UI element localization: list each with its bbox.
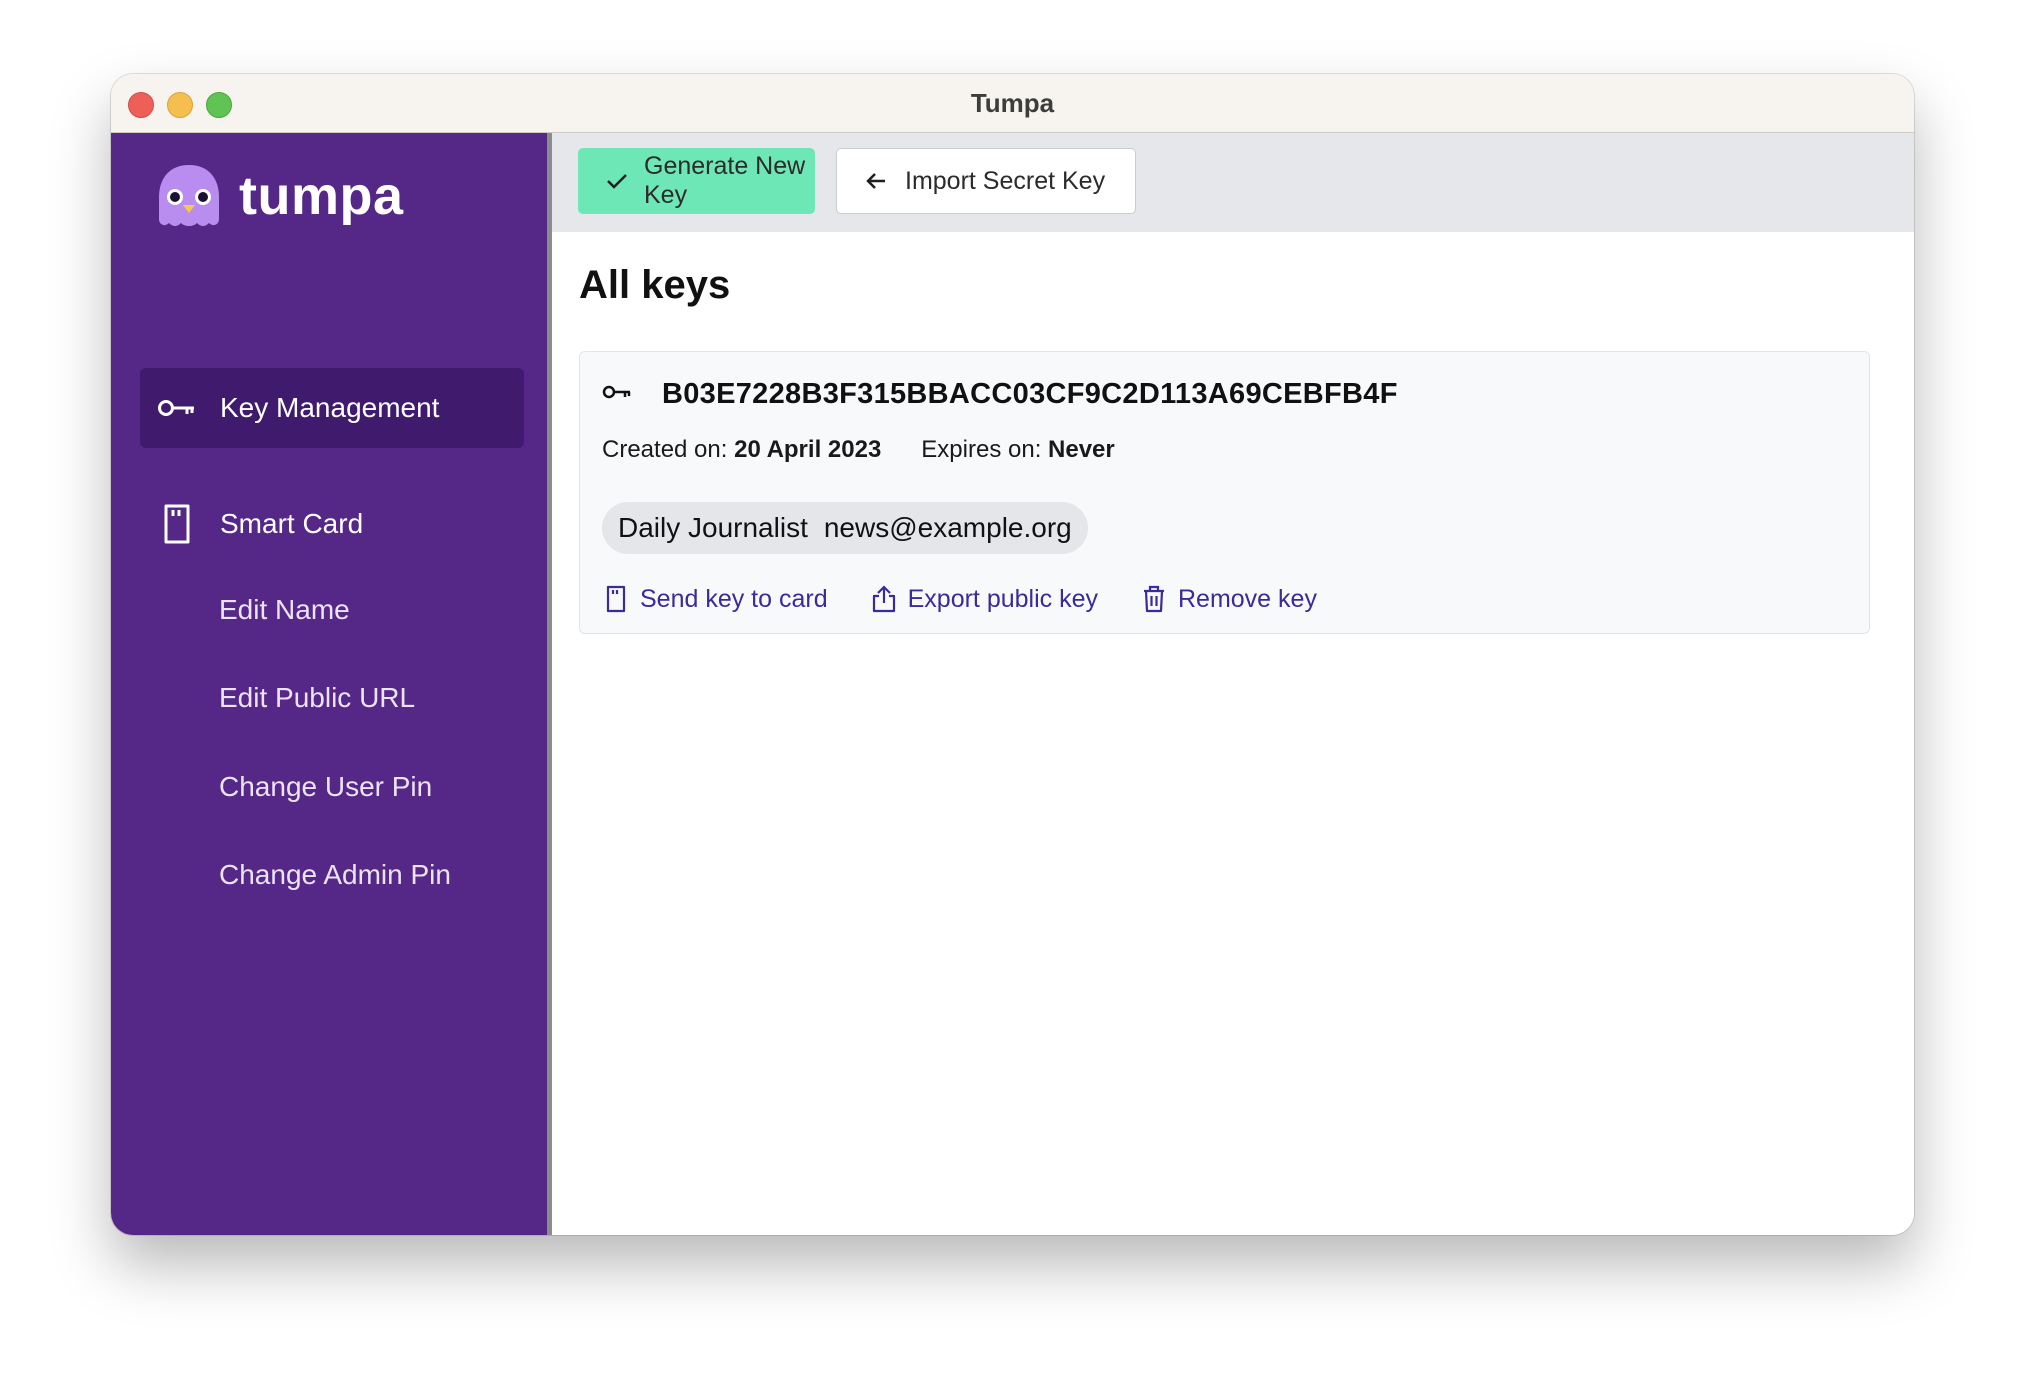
remove-key-link[interactable]: Remove key [1140,584,1317,614]
sidebar-subitem-edit-public-url[interactable]: Edit Public URL [219,673,415,723]
created-value: 20 April 2023 [734,436,882,463]
window-title: Tumpa [970,88,1055,118]
sidebar: tumpa Key Management Smart Card Edit Nam… [111,133,552,1235]
created-label: Created on: [602,436,728,463]
key-fingerprint: B03E7228B3F315BBACC03CF9C2D113A69CEBFB4F [662,378,1398,410]
action-label: Send key to card [640,584,828,613]
sidebar-item-smart-card[interactable]: Smart Card [140,484,524,564]
user-id-badge: Daily Journalist news@example.org [602,502,1088,554]
page-title: All keys [579,263,731,307]
app-logo-text: tumpa [239,166,404,226]
sidebar-subitem-change-user-pin[interactable]: Change User Pin [219,762,432,812]
toolbar: Generate New Key Import Secret Key [552,133,1914,232]
title-bar: Tumpa [111,74,1914,133]
generate-new-key-button[interactable]: Generate New Key [578,148,815,214]
import-secret-key-button[interactable]: Import Secret Key [836,148,1136,214]
check-icon [606,169,628,193]
sidebar-subitem-change-admin-pin[interactable]: Change Admin Pin [219,850,451,900]
arrow-left-icon [865,169,889,193]
key-actions: Send key to card Export public key Remov… [602,584,1359,614]
generate-new-key-label: Generate New Key [644,152,806,209]
sidebar-item-label: Smart Card [220,508,364,539]
action-label: Remove key [1178,584,1317,613]
send-key-to-card-link[interactable]: Send key to card [602,584,828,614]
expires-value: Never [1048,436,1115,463]
share-icon [870,584,898,614]
key-icon [602,383,632,406]
smart-card-icon [602,584,630,614]
sidebar-subitem-edit-name[interactable]: Edit Name [219,585,350,635]
key-dates: Created on: 20 April 2023 Expires on: Ne… [602,436,1115,464]
key-card: B03E7228B3F315BBACC03CF9C2D113A69CEBFB4F… [579,351,1870,634]
export-public-key-link[interactable]: Export public key [870,584,1098,614]
app-window: Tumpa tumpa Key Management Smart Card Ed… [111,74,1914,1235]
sidebar-item-key-management[interactable]: Key Management [140,368,524,448]
sidebar-item-label: Key Management [220,392,440,423]
key-fingerprint-row: B03E7228B3F315BBACC03CF9C2D113A69CEBFB4F [602,378,1398,411]
key-icon [156,392,198,424]
tumpa-mascot-icon [159,165,219,226]
action-label: Export public key [907,584,1098,613]
smart-card-icon [156,504,198,544]
app-logo: tumpa [155,161,404,231]
uid-email: news@example.org [823,512,1072,543]
import-secret-key-label: Import Secret Key [905,166,1106,195]
trash-icon [1140,584,1168,614]
expires-label: Expires on: [921,436,1042,463]
main-panel: Generate New Key Import Secret Key All k… [552,133,1914,1235]
uid-name: Daily Journalist [618,512,808,543]
